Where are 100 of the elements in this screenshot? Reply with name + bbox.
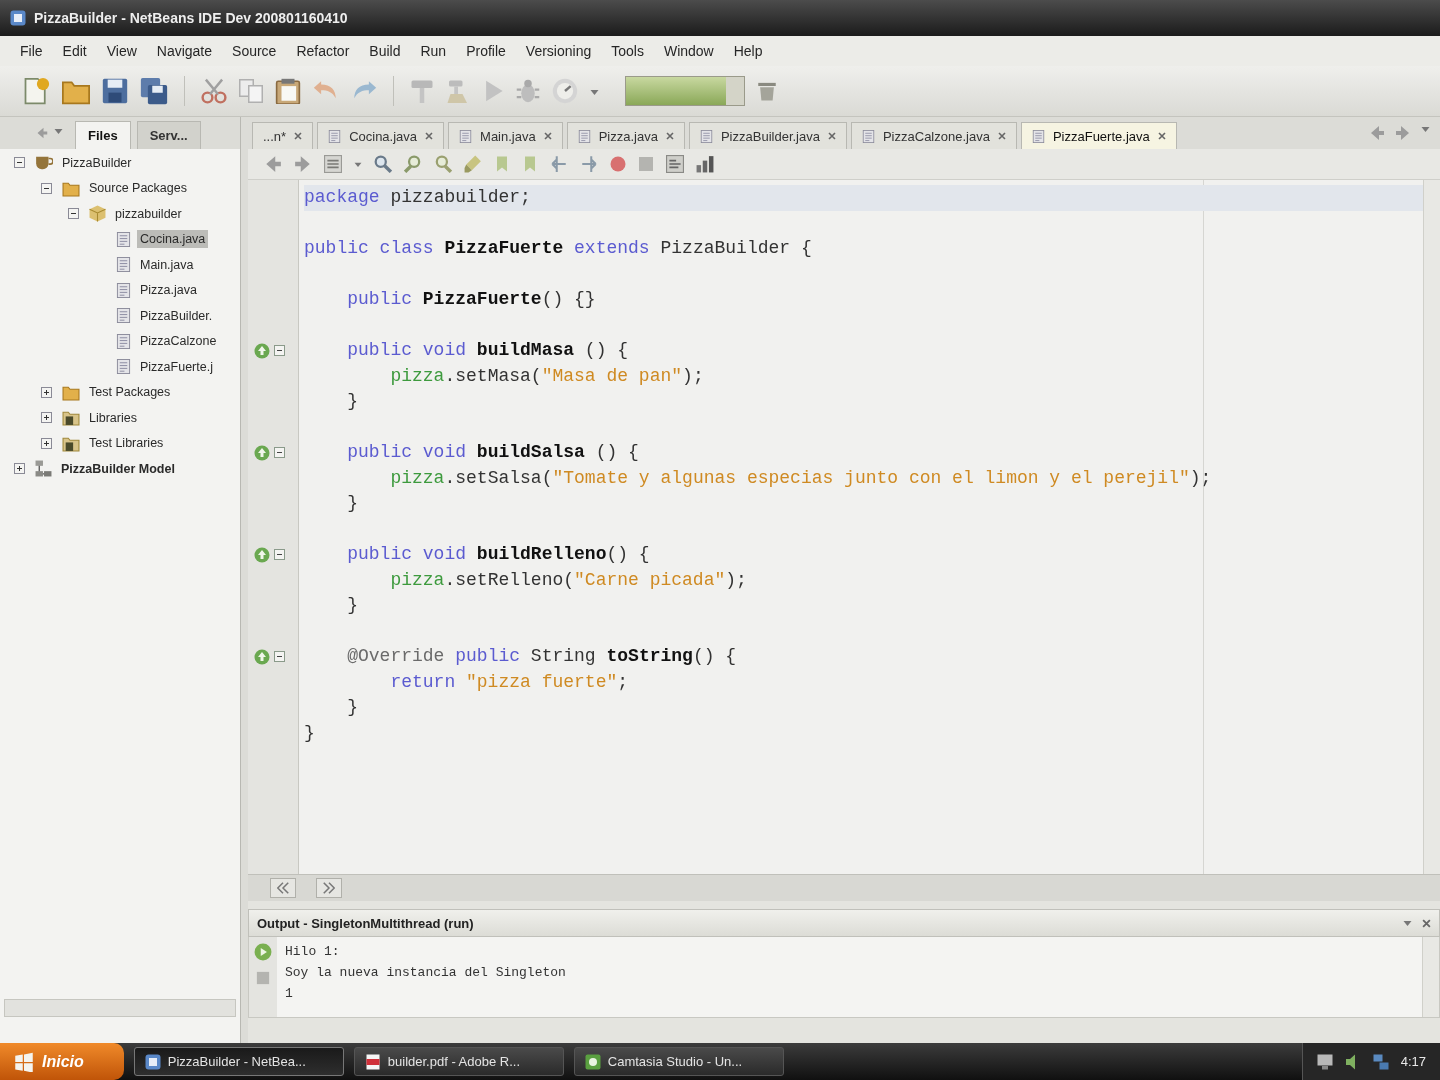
double-right-icon[interactable]	[323, 882, 335, 894]
close-icon[interactable]	[425, 132, 434, 140]
save-icon[interactable]	[102, 78, 128, 104]
menu-item[interactable]: Source	[222, 39, 287, 63]
fold-icon[interactable]	[274, 345, 285, 357]
gauge-icon[interactable]	[552, 78, 578, 104]
hammer-icon[interactable]	[410, 79, 434, 103]
close-icon[interactable]	[997, 132, 1006, 140]
panel-tab[interactable]: Files	[75, 121, 131, 149]
editor-tab[interactable]: Main.java	[448, 122, 563, 149]
menu-item[interactable]: Window	[653, 39, 724, 63]
menu-item[interactable]: Help	[723, 39, 773, 63]
caret-icon[interactable]	[590, 87, 599, 95]
caret-icon[interactable]	[54, 127, 63, 134]
new-file-icon[interactable]	[22, 77, 50, 105]
memory-meter[interactable]	[625, 76, 745, 106]
highlighter-icon[interactable]	[464, 155, 482, 173]
search-next-icon[interactable]	[434, 155, 452, 173]
close-icon[interactable]	[827, 132, 836, 140]
windows-logo-icon	[14, 1051, 34, 1072]
close-icon[interactable]	[543, 132, 552, 140]
bar-chart-icon[interactable]	[696, 155, 714, 173]
caret-icon[interactable]	[1403, 918, 1412, 926]
record-icon[interactable]	[610, 156, 626, 172]
collapse-icon[interactable]	[14, 157, 25, 169]
expand-icon[interactable]	[41, 412, 52, 424]
menu-item[interactable]: View	[96, 39, 147, 63]
copy-icon[interactable]	[239, 79, 263, 103]
scrollbar[interactable]	[4, 999, 236, 1017]
caret-icon[interactable]	[354, 161, 362, 167]
list-icon[interactable]	[324, 155, 342, 173]
tree-item[interactable]: PizzaBuilder.	[137, 306, 216, 325]
tree-item[interactable]: PizzaBuilder	[59, 153, 135, 172]
editor-tab[interactable]: Cocina.java	[317, 122, 445, 149]
editor-tab[interactable]: ...n*	[252, 122, 314, 149]
expand-icon[interactable]	[41, 437, 52, 449]
rerun-icon[interactable]	[254, 943, 272, 961]
outdent-icon[interactable]	[550, 155, 568, 173]
menu-item[interactable]: Refactor	[286, 39, 360, 63]
caret-icon[interactable]	[1421, 125, 1430, 132]
clipboard-icon[interactable]	[275, 78, 301, 104]
tree-item[interactable]: Cocina.java	[137, 230, 209, 249]
file-icon	[116, 332, 131, 350]
tree-item[interactable]: PizzaFuerte.j	[137, 357, 216, 376]
panel-tab[interactable]: Serv...	[136, 121, 201, 149]
arrow-left-icon[interactable]	[1369, 125, 1385, 141]
search-icon[interactable]	[374, 155, 392, 173]
network-icon[interactable]	[1372, 1053, 1389, 1070]
trash-icon[interactable]	[757, 81, 777, 101]
menu-item[interactable]: Tools	[601, 39, 654, 63]
fold-icon[interactable]	[274, 549, 285, 561]
expand-icon[interactable]	[41, 386, 52, 398]
menu-item[interactable]: Navigate	[146, 39, 223, 63]
close-icon[interactable]	[665, 132, 674, 140]
collapse-icon[interactable]	[41, 182, 52, 194]
tree-item[interactable]: Source Packages	[86, 179, 190, 198]
close-icon[interactable]	[1157, 132, 1166, 140]
search-previous-icon[interactable]	[404, 155, 422, 173]
arrow-left-icon[interactable]	[36, 127, 48, 139]
editor-tab[interactable]: Pizza.java	[566, 122, 685, 149]
fold-icon[interactable]	[274, 651, 285, 663]
menu-item[interactable]: Build	[359, 39, 411, 63]
lines-icon[interactable]	[666, 155, 684, 173]
monitor-icon[interactable]	[1316, 1053, 1333, 1070]
menu-item[interactable]: Versioning	[515, 39, 602, 63]
tree-item[interactable]: Main.java	[137, 255, 197, 274]
tree-item[interactable]: Test Libraries	[86, 434, 167, 453]
tree-item[interactable]: Libraries	[86, 408, 140, 427]
tree-item[interactable]: Pizza.java	[137, 281, 200, 300]
file-icon	[459, 128, 473, 144]
scrollbar[interactable]	[1422, 937, 1439, 1017]
bug-icon[interactable]	[516, 79, 540, 103]
editor-tab[interactable]: PizzaCalzone.java	[850, 122, 1017, 149]
scissors-icon[interactable]	[201, 78, 227, 104]
indent-icon[interactable]	[580, 155, 598, 173]
menu-item[interactable]: Edit	[52, 39, 97, 63]
close-icon[interactable]	[1422, 918, 1431, 928]
stop-icon[interactable]	[638, 156, 654, 172]
arrow-left-icon[interactable]	[264, 155, 282, 173]
editor-tab[interactable]: PizzaFuerte.java	[1020, 122, 1177, 149]
taskbar-button[interactable]: PizzaBuilder - NetBea...	[133, 1047, 344, 1076]
taskbar-button[interactable]: builder.pdf - Adobe R...	[353, 1047, 564, 1076]
menu-item[interactable]: Profile	[456, 39, 516, 63]
expand-icon[interactable]	[14, 463, 25, 475]
save-all-icon[interactable]	[140, 77, 168, 105]
arrow-right-icon[interactable]	[1395, 125, 1411, 141]
tree-item[interactable]: PizzaBuilder Model	[58, 459, 240, 478]
editor-tab[interactable]: PizzaBuilder.java	[688, 122, 847, 149]
menu-item[interactable]: Run	[410, 39, 457, 63]
arrow-right-icon[interactable]	[294, 155, 312, 173]
menu-item[interactable]: File	[10, 39, 53, 63]
taskbar-button[interactable]: Camtasia Studio - Un...	[573, 1047, 784, 1076]
fold-icon[interactable]	[274, 447, 285, 459]
tree-item[interactable]: PizzaCalzone	[137, 332, 220, 351]
tree-item[interactable]: Test Packages	[86, 383, 174, 402]
tree-item[interactable]: pizzabuilder	[112, 204, 185, 223]
double-left-icon[interactable]	[277, 882, 289, 894]
close-icon[interactable]	[294, 132, 303, 140]
scrollbar[interactable]	[1423, 180, 1440, 874]
collapse-icon[interactable]	[68, 208, 79, 220]
